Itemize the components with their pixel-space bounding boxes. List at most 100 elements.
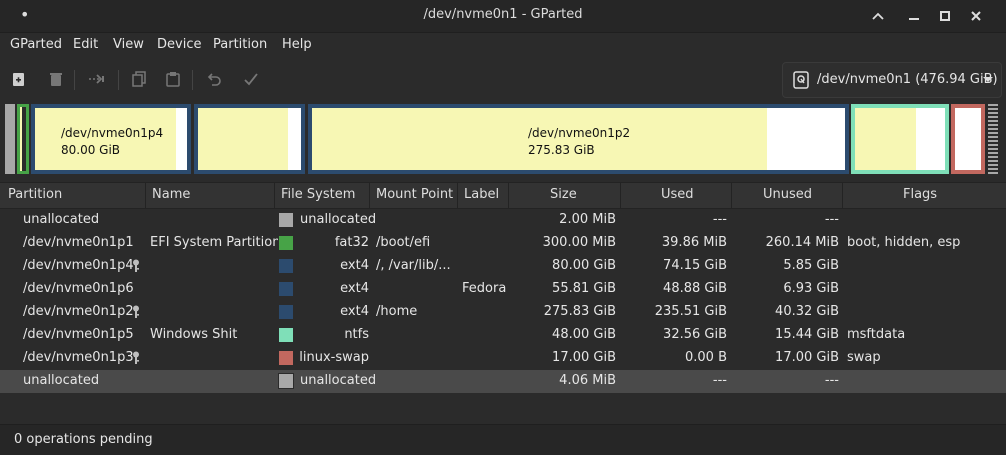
partition-map: /dev/nvme0n1p4 80.00 GiB /dev/nvme0n1p2 … [0,103,1006,179]
menu-gparted[interactable]: GParted [10,37,62,52]
cell-unused: 17.00 GiB [775,350,839,365]
toolbar-separator [74,70,75,90]
cell-unused: 260.14 MiB [765,235,839,250]
cell-unused: 15.44 GiB [775,327,839,342]
cell-partition: /dev/nvme0n1p5 [23,327,134,342]
cell-partition: /dev/nvme0n1p4 [23,258,134,273]
cell-size: 4.06 MiB [559,373,616,388]
column-partition[interactable]: Partition [8,187,62,202]
map-p4-name: /dev/nvme0n1p4 [61,126,164,140]
cell-used: --- [712,373,727,388]
toolbar-separator [118,70,119,90]
column-size[interactable]: Size [550,187,577,202]
column-label[interactable]: Label [464,187,499,202]
new-partition-icon[interactable] [8,68,30,90]
map-partition-p6[interactable] [194,104,305,174]
cell-size: 55.81 GiB [552,281,616,296]
undo-icon[interactable] [203,68,225,90]
fs-color-swatch [278,212,294,228]
cell-partition: /dev/nvme0n1p3 [23,350,134,365]
title-bar: • /dev/nvme0n1 - GParted [0,0,1006,33]
minimize-icon[interactable] [904,6,924,26]
column-mount-point[interactable]: Mount Point [376,187,453,202]
column-divider [145,183,146,208]
menu-view[interactable]: View [113,37,144,52]
column-used[interactable]: Used [661,187,694,202]
operations-pending-text: 0 operations pending [14,432,153,447]
maximize-up-icon[interactable] [868,6,888,26]
table-row[interactable]: /dev/nvme0n1p1 EFI System Partition fat3… [0,232,1006,255]
copy-icon[interactable] [128,68,150,90]
column-file-system[interactable]: File System [281,187,355,202]
fs-color-swatch [278,235,294,251]
table-row[interactable]: /dev/nvme0n1p6 ext4 Fedora 55.81 GiB 48.… [0,278,1006,301]
map-unallocated-start[interactable] [5,104,15,174]
cell-used: --- [712,212,727,227]
column-flags[interactable]: Flags [903,187,937,202]
cell-unused: 5.85 GiB [783,258,839,273]
cell-size: 300.00 MiB [542,235,616,250]
table-row[interactable]: unallocated unallocated 2.00 MiB --- --- [0,209,1006,232]
cell-used: 39.86 MiB [661,235,727,250]
cell-label: Fedora [462,281,507,296]
column-name[interactable]: Name [152,187,190,202]
cell-mount-point: /boot/efi [376,235,431,250]
window-title: /dev/nvme0n1 - GParted [423,7,583,22]
cell-mount-point: /home [376,304,418,319]
cell-size: 2.00 MiB [559,212,616,227]
column-divider [457,183,458,208]
apply-icon[interactable] [240,68,262,90]
fs-color-swatch [278,304,294,320]
map-unallocated-end[interactable] [988,104,998,174]
cell-file-system: ext4 [340,281,369,296]
paste-icon[interactable] [162,68,184,90]
cell-partition: /dev/nvme0n1p2 [23,304,134,319]
cell-file-system: ext4 [340,258,369,273]
cell-partition: /dev/nvme0n1p1 [23,235,134,250]
cell-used: 74.15 GiB [663,258,727,273]
map-used-fill [855,108,917,170]
map-p4-size: 80.00 GiB [61,143,121,157]
table-row[interactable]: /dev/nvme0n1p4 ext4 /, /var/lib/... 80.0… [0,255,1006,278]
device-selector[interactable]: /dev/nvme0n1 (476.94 GiB) [782,62,1002,98]
cell-file-system: unallocated [300,373,377,388]
menu-edit[interactable]: Edit [73,37,98,52]
fs-color-swatch [278,281,294,297]
column-divider [620,183,621,208]
resize-move-icon[interactable] [86,68,108,90]
cell-used: 32.56 GiB [663,327,727,342]
cell-unused: 6.93 GiB [783,281,839,296]
cell-used: 0.00 B [685,350,727,365]
close-icon[interactable] [966,6,986,26]
column-divider [369,183,370,208]
table-row[interactable]: /dev/nvme0n1p2 ext4 /home 275.83 GiB 235… [0,301,1006,324]
map-partition-p1[interactable] [17,104,29,174]
column-unused[interactable]: Unused [763,187,812,202]
fs-color-swatch [278,373,294,389]
menu-device[interactable]: Device [157,37,201,52]
device-selector-label: /dev/nvme0n1 (476.94 GiB) [817,72,998,87]
cell-unused: --- [824,212,839,227]
cell-flags: swap [847,350,881,365]
cell-flags: msftdata [847,327,906,342]
map-partition-p3[interactable] [951,104,985,174]
menu-help[interactable]: Help [282,37,312,52]
hard-disk-icon [793,71,809,93]
map-partition-p5[interactable] [851,104,949,174]
chevron-down-icon [982,71,994,91]
table-row[interactable]: /dev/nvme0n1p5 Windows Shit ntfs 48.00 G… [0,324,1006,347]
delete-icon[interactable] [45,68,67,90]
map-partition-p4[interactable]: /dev/nvme0n1p4 80.00 GiB [31,104,191,174]
cell-mount-point: /, /var/lib/... [376,258,451,273]
menu-partition[interactable]: Partition [213,37,267,52]
cell-partition: /dev/nvme0n1p6 [23,281,134,296]
map-partition-p2[interactable]: /dev/nvme0n1p2 275.83 GiB [308,104,849,174]
column-divider [274,183,275,208]
restore-icon[interactable] [935,6,955,26]
table-row[interactable]: /dev/nvme0n1p3 linux-swap 17.00 GiB 0.00… [0,347,1006,370]
table-row[interactable]: unallocated unallocated 4.06 MiB --- --- [0,370,1006,393]
map-p2-name: /dev/nvme0n1p2 [528,126,631,140]
column-divider [842,183,843,208]
cell-used: 235.51 GiB [654,304,727,319]
map-used-fill [20,107,22,171]
